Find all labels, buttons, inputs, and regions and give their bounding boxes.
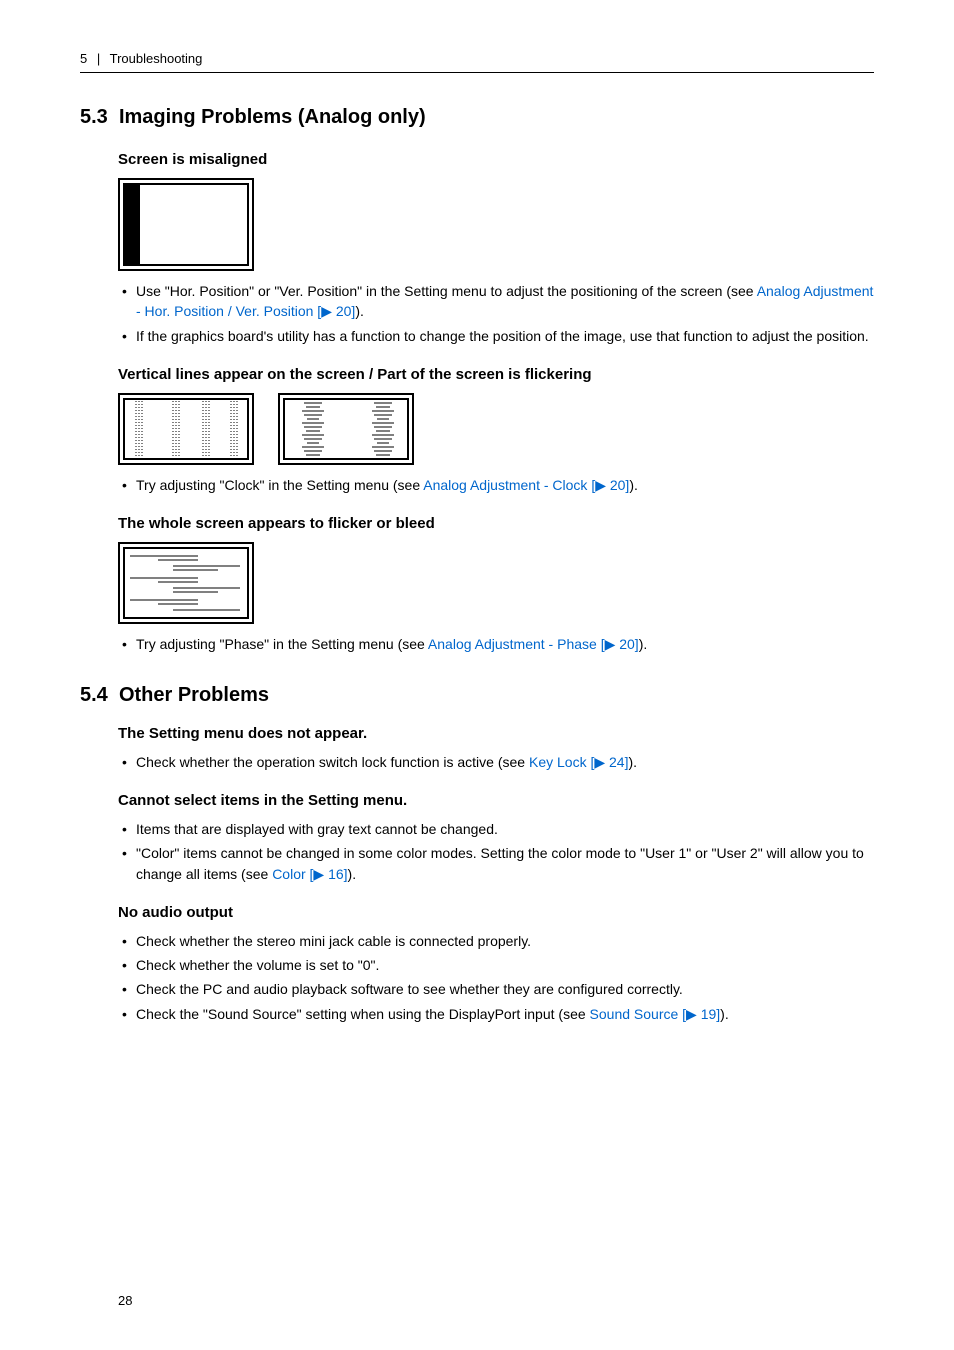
list-item: Check whether the volume is set to "0". [120, 955, 874, 975]
list-item: Try adjusting "Clock" in the Setting men… [120, 475, 874, 495]
page-header: 5 | Troubleshooting [80, 50, 874, 73]
bullet-text: If the graphics board's utility has a fu… [136, 328, 869, 344]
bullet-text: Use "Hor. Position" or "Ver. Position" i… [136, 283, 757, 299]
list-item: If the graphics board's utility has a fu… [120, 326, 874, 346]
list-item: Items that are displayed with gray text … [120, 819, 874, 839]
header-sep: | [97, 51, 100, 66]
list-item: Try adjusting "Phase" in the Setting men… [120, 634, 874, 654]
section-5-3-heading: 5.3 Imaging Problems (Analog only) [80, 103, 874, 131]
cross-ref-link[interactable]: Analog Adjustment - Clock [▶ 20] [423, 477, 629, 493]
subsection-cannot-select-heading: Cannot select items in the Setting menu. [118, 790, 874, 811]
bullet-list-no-audio: Check whether the stereo mini jack cable… [118, 931, 874, 1024]
bullet-text: Check whether the operation switch lock … [136, 754, 529, 770]
list-item: Check the "Sound Source" setting when us… [120, 1004, 874, 1024]
bullet-text: Items that are displayed with gray text … [136, 821, 498, 837]
bullet-text-post: ). [628, 754, 637, 770]
section-5-4-num: 5.4 [80, 684, 108, 706]
bullet-text: Try adjusting "Phase" in the Setting men… [136, 636, 428, 652]
subsection-misaligned-heading: Screen is misaligned [118, 149, 874, 170]
bullet-text: Check whether the volume is set to "0". [136, 957, 379, 973]
section-5-4-title: Other Problems [119, 684, 269, 706]
bullet-text: Check the PC and audio playback software… [136, 981, 683, 997]
bullet-text-post: ). [720, 1006, 729, 1022]
section-5-3-num: 5.3 [80, 106, 108, 128]
bullet-text-post: ). [348, 866, 357, 882]
bullet-text: Check the "Sound Source" setting when us… [136, 1006, 590, 1022]
chapter-title: Troubleshooting [110, 51, 203, 66]
list-item: Use "Hor. Position" or "Ver. Position" i… [120, 281, 874, 322]
section-5-3-title: Imaging Problems (Analog only) [119, 106, 426, 128]
section-5-4-heading: 5.4 Other Problems [80, 681, 874, 709]
cross-ref-link[interactable]: Color [▶ 16] [272, 866, 347, 882]
cross-ref-link[interactable]: Sound Source [▶ 19] [590, 1006, 721, 1022]
cross-ref-link[interactable]: Key Lock [▶ 24] [529, 754, 628, 770]
bullet-text-post: ). [629, 477, 638, 493]
bullet-text-post: ). [355, 303, 364, 319]
figure-misaligned [118, 178, 874, 271]
bullet-text-post: ). [639, 636, 648, 652]
subsection-no-audio-heading: No audio output [118, 902, 874, 923]
list-item: Check whether the stereo mini jack cable… [120, 931, 874, 951]
bullet-list-vertical-lines: Try adjusting "Clock" in the Setting men… [118, 475, 874, 495]
bullet-list-misaligned: Use "Hor. Position" or "Ver. Position" i… [118, 281, 874, 346]
cross-ref-link[interactable]: Analog Adjustment - Phase [▶ 20] [428, 636, 639, 652]
subsection-menu-not-appear-heading: The Setting menu does not appear. [118, 723, 874, 744]
chapter-number: 5 [80, 51, 87, 66]
figure-vertical-lines [118, 393, 874, 465]
list-item: Check whether the operation switch lock … [120, 752, 874, 772]
bullet-text: Try adjusting "Clock" in the Setting men… [136, 477, 423, 493]
bullet-text: Check whether the stereo mini jack cable… [136, 933, 531, 949]
bullet-list-menu-not-appear: Check whether the operation switch lock … [118, 752, 874, 772]
list-item: Check the PC and audio playback software… [120, 979, 874, 999]
bullet-text: "Color" items cannot be changed in some … [136, 845, 864, 881]
page-number: 28 [118, 1292, 132, 1310]
bullet-list-cannot-select: Items that are displayed with gray text … [118, 819, 874, 884]
subsection-vertical-lines-heading: Vertical lines appear on the screen / Pa… [118, 364, 874, 385]
list-item: "Color" items cannot be changed in some … [120, 843, 874, 884]
bullet-list-flicker: Try adjusting "Phase" in the Setting men… [118, 634, 874, 654]
subsection-flicker-heading: The whole screen appears to flicker or b… [118, 513, 874, 534]
figure-flicker [118, 542, 874, 624]
